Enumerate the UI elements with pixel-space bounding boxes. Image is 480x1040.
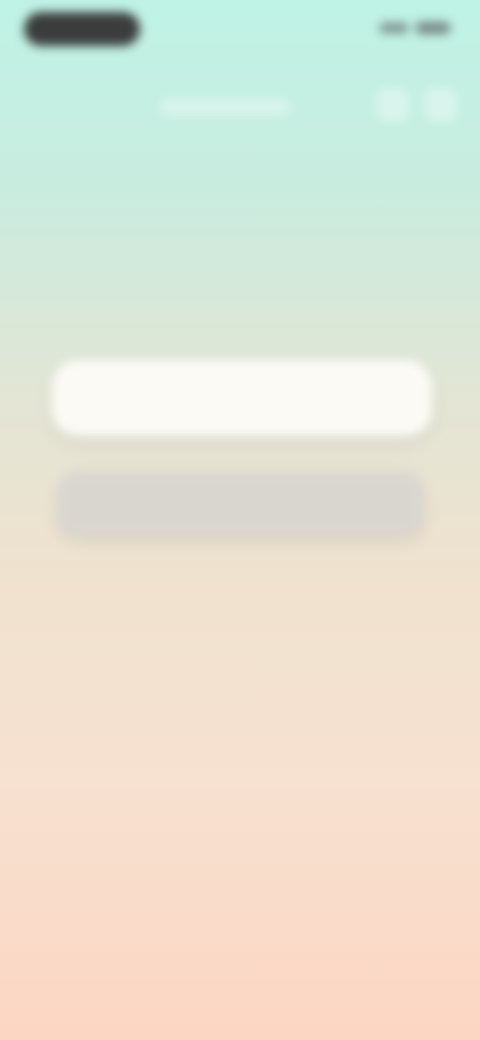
page-title [52,216,432,248]
status-pill [24,12,140,46]
primary-button[interactable] [58,472,424,536]
top-nav-actions [318,85,458,125]
top-nav-title-placeholder [160,98,290,116]
status-icons [358,20,450,36]
text-input[interactable] [76,386,408,410]
top-nav-icon-2[interactable] [424,88,458,122]
top-nav-icon-1[interactable] [376,88,410,122]
page-subtitle [66,274,416,326]
signal-icon [380,23,408,33]
footer-link[interactable] [140,934,340,956]
battery-icon [416,22,450,34]
blurred-screen [0,0,480,1040]
text-input-field[interactable] [52,360,432,436]
